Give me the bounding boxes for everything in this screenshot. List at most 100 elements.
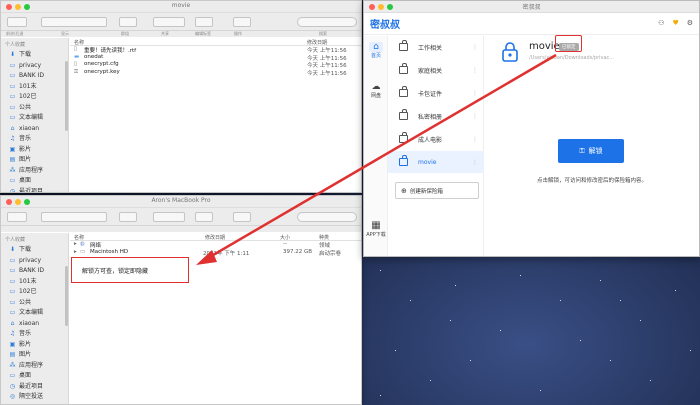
sidebar-item[interactable]: ▭ BANK ID xyxy=(1,266,68,277)
sidebar-item[interactable]: ♫ 音乐 xyxy=(1,134,68,145)
sidebar-item[interactable]: ▤ 图片 xyxy=(1,155,68,166)
search-input[interactable] xyxy=(297,212,357,222)
window-titlebar[interactable]: 密叔叔 xyxy=(364,1,699,13)
edit-tags-button[interactable] xyxy=(195,17,213,27)
vault-item-label: 工作相关 xyxy=(418,44,443,52)
column-date-header[interactable]: 修改日期 xyxy=(307,39,327,46)
sidebar-item[interactable]: ⁂ 应用程序 xyxy=(1,361,68,372)
user-icon[interactable]: ⚇ xyxy=(658,19,664,27)
star xyxy=(380,270,381,271)
folder-icon: ▭ xyxy=(9,267,16,274)
more-options-icon[interactable]: ⋮ xyxy=(472,44,478,51)
sidebar-item[interactable]: ▣ 影片 xyxy=(1,340,68,351)
window-titlebar[interactable]: movie xyxy=(1,1,361,13)
vault-item[interactable]: 成人电影 ⋮ xyxy=(388,128,484,150)
window-title: movie xyxy=(171,2,191,9)
sidebar-item[interactable]: ▭ 桌面 xyxy=(1,176,68,187)
sidebar-item[interactable]: ▭ 桌面 xyxy=(1,371,68,382)
sidebar-item[interactable]: ▭ 公共 xyxy=(1,103,68,114)
column-date-header[interactable]: 修改日期 xyxy=(205,234,225,241)
sidebar-item[interactable]: ▭ 文本编辑 xyxy=(1,113,68,124)
sidebar-item[interactable]: ◎ 隔空投送 xyxy=(1,392,68,403)
more-options-icon[interactable]: ⋮ xyxy=(472,136,478,143)
unlock-button[interactable]: ⚿ 解锁 xyxy=(558,139,624,163)
app-download-button[interactable]: ▦ APP下载 xyxy=(364,221,388,239)
sidebar-scrollbar[interactable] xyxy=(65,266,68,326)
group-button[interactable] xyxy=(119,17,137,27)
vault-item[interactable]: 私密相册 ⋮ xyxy=(388,105,484,127)
create-vault-label: 创建新保险箱 xyxy=(409,188,443,195)
sidebar-item[interactable]: ▭ 文本编辑 xyxy=(1,308,68,319)
sidebar-item-label: 影片 xyxy=(19,340,32,348)
sidebar-scrollbar[interactable] xyxy=(65,61,68,131)
action-button[interactable] xyxy=(233,17,251,27)
window-titlebar[interactable]: Aron's MacBook Pro xyxy=(1,196,361,208)
search-input[interactable] xyxy=(297,17,357,27)
column-kind-header[interactable]: 种类 xyxy=(319,234,329,241)
sidebar-item[interactable]: ▤ 图片 xyxy=(1,350,68,361)
sidebar-item-label: 文本编辑 xyxy=(19,309,44,316)
more-options-icon[interactable]: ⋮ xyxy=(472,113,478,120)
rail-cloud-label: 网盘 xyxy=(370,93,381,99)
more-options-icon[interactable]: ⋮ xyxy=(472,67,478,74)
file-kind: 启动宗卷 xyxy=(319,250,342,257)
file-row[interactable]: ▬ onedat 今天 上午11:56 xyxy=(70,54,361,62)
sidebar-item[interactable]: ⬇ 下载 xyxy=(1,245,68,256)
sidebar-item[interactable]: ▭ privacy xyxy=(1,61,68,72)
edit-tags-button[interactable] xyxy=(195,212,213,222)
action-button[interactable] xyxy=(233,212,251,222)
column-name-header[interactable]: 名称 xyxy=(74,39,84,46)
sidebar-item[interactable]: ⌂ xiaoan xyxy=(1,319,68,330)
lock-icon xyxy=(399,40,408,51)
sidebar-item[interactable]: ◷ 最近项目 xyxy=(1,382,68,393)
sidebar-item[interactable]: ▭ 101末 xyxy=(1,82,68,93)
view-switcher[interactable] xyxy=(41,212,107,222)
back-forward-button[interactable] xyxy=(7,212,27,222)
file-row[interactable]: ▯ onecrypt.cfg 今天 上午11:56 xyxy=(70,61,361,69)
vault-item[interactable]: 家庭相关 ⋮ xyxy=(388,59,484,81)
rail-home[interactable]: ⌂ 首页 xyxy=(364,42,388,59)
toolbar-label: 编辑标签 xyxy=(195,31,211,36)
sidebar-item[interactable]: ▭ privacy xyxy=(1,256,68,267)
share-button[interactable] xyxy=(153,212,185,222)
sidebar-item[interactable]: ⬇ 下载 xyxy=(1,50,68,61)
file-row[interactable]: ▯ 重要！请先读我！.rtf 今天 上午11:56 xyxy=(70,46,361,54)
view-switcher[interactable] xyxy=(41,17,107,27)
vault-item[interactable]: movie ⋮ xyxy=(388,151,484,173)
sidebar-item[interactable]: ♫ 音乐 xyxy=(1,329,68,340)
more-options-icon[interactable]: ⋮ xyxy=(472,159,478,166)
document-icon: ▯ xyxy=(74,46,78,52)
group-button[interactable] xyxy=(119,212,137,222)
star xyxy=(640,320,641,321)
sidebar-item[interactable]: ▭ 102已 xyxy=(1,287,68,298)
settings-gear-icon[interactable]: ⚙ xyxy=(687,19,693,27)
badge-highlight-box xyxy=(555,35,582,52)
sidebar-item[interactable]: ▣ 影片 xyxy=(1,145,68,156)
share-button[interactable] xyxy=(153,17,185,27)
vault-item[interactable]: 工作相关 ⋮ xyxy=(388,36,484,58)
sidebar-item[interactable]: ▭ BANK ID xyxy=(1,71,68,82)
rail-cloud[interactable]: ☁ 网盘 xyxy=(364,82,388,99)
movie-icon: ▣ xyxy=(9,340,16,348)
star xyxy=(620,300,621,301)
vip-heart-icon[interactable]: ♥ xyxy=(672,19,678,27)
column-size-header[interactable]: 大小 xyxy=(280,234,290,241)
sidebar-item[interactable]: ▭ 101末 xyxy=(1,277,68,288)
column-name-header[interactable]: 名称 xyxy=(74,234,84,241)
sidebar-item[interactable]: ⌂ xiaoan xyxy=(1,124,68,135)
more-options-icon[interactable]: ⋮ xyxy=(472,90,478,97)
sidebar-item[interactable]: ◷ 最近项目 xyxy=(1,187,68,193)
create-vault-button[interactable]: ⊕ 创建新保险箱 xyxy=(395,182,479,199)
file-row[interactable]: ⚿ onecrypt.key 今天 上午11:56 xyxy=(70,69,361,77)
star xyxy=(395,350,396,351)
vault-item[interactable]: 卡包证件 ⋮ xyxy=(388,82,484,104)
file-row[interactable]: ▸ ◍ 网络 -- 领域 xyxy=(70,241,361,249)
sidebar-item[interactable]: ⁂ 应用程序 xyxy=(1,166,68,177)
cloud-icon: ☁ xyxy=(371,82,381,92)
sidebar-item[interactable]: ▭ 102已 xyxy=(1,92,68,103)
sidebar-item[interactable]: ▭ 公共 xyxy=(1,298,68,309)
file-row[interactable]: ▸ ▭ Macintosh HD 2021年 下午 1:11 397.22 GB 启动宗卷 xyxy=(70,249,361,257)
star xyxy=(450,320,451,321)
back-forward-button[interactable] xyxy=(7,17,27,27)
vault-item-label: 成人电影 xyxy=(418,136,443,144)
